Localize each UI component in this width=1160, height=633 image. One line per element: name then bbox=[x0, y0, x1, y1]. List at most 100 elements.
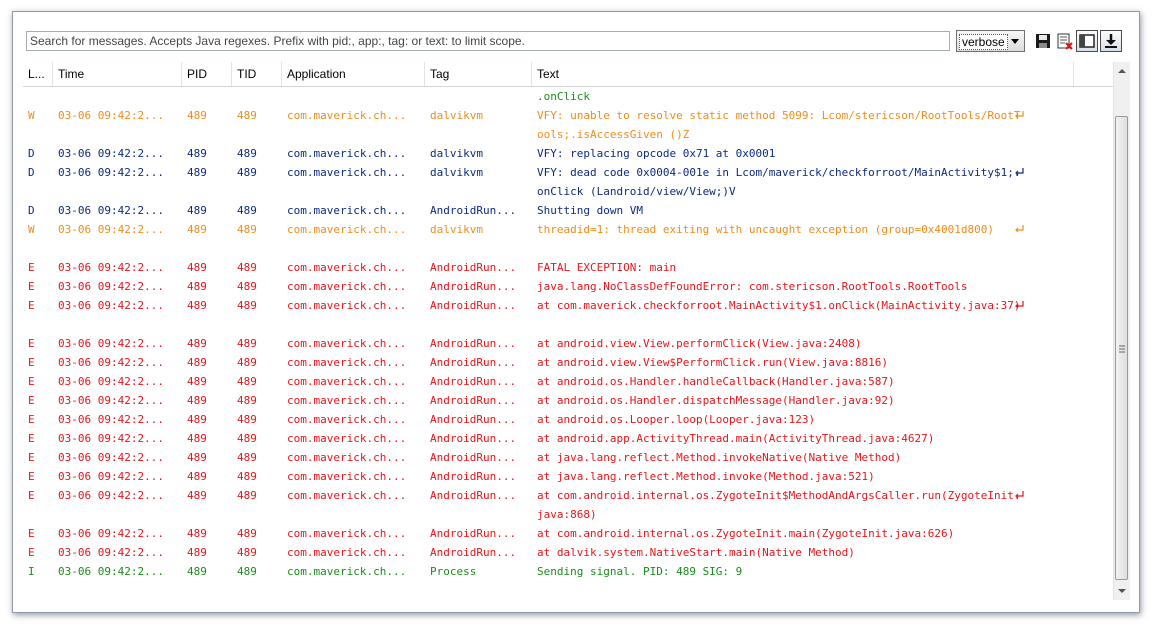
row-text: at android.view.View.performClick(View.j… bbox=[537, 337, 862, 350]
scroll-lock-button[interactable] bbox=[1100, 30, 1122, 52]
column-header-application[interactable]: Application bbox=[282, 62, 425, 86]
row-text: at com.maverick.checkforroot.MainActivit… bbox=[537, 299, 1021, 312]
chevron-down-icon bbox=[1011, 39, 1019, 44]
column-header-tag[interactable]: Tag bbox=[425, 62, 532, 86]
table-row[interactable]: W 03-06 09:42:2... 489 489 com.maverick.ch..… bbox=[23, 220, 1113, 258]
log-table: L... Time PID TID Application Tag Text .… bbox=[23, 62, 1113, 600]
table-row[interactable]: E 03-06 09:42:2... 489 489 com.maverick.ch..… bbox=[23, 296, 1113, 334]
line-wrap-icon bbox=[1015, 225, 1024, 233]
row-time: 03-06 09:42:2... bbox=[58, 565, 164, 578]
toggle-panel-button[interactable] bbox=[1076, 30, 1098, 52]
row-tag: Process bbox=[430, 565, 477, 578]
row-tid: 489 bbox=[237, 147, 257, 160]
row-pid: 489 bbox=[187, 432, 207, 445]
table-row[interactable]: E 03-06 09:42:2... 489 489 com.maverick.ch..… bbox=[23, 410, 1113, 429]
row-application: com.maverick.ch... bbox=[287, 261, 407, 274]
row-text: at java.lang.reflect.Method.invokeNative… bbox=[537, 451, 902, 464]
row-application: com.maverick.ch... bbox=[287, 489, 407, 502]
row-pid: 489 bbox=[187, 527, 207, 540]
table-row[interactable]: E 03-06 09:42:2... 489 489 com.maverick.ch..… bbox=[23, 543, 1113, 562]
table-row[interactable]: E 03-06 09:42:2... 489 489 com.maverick.ch..… bbox=[23, 391, 1113, 410]
row-time: 03-06 09:42:2... bbox=[58, 527, 164, 540]
log-level-select[interactable]: verbose bbox=[956, 30, 1025, 52]
search-input[interactable] bbox=[26, 31, 950, 51]
row-application: com.maverick.ch... bbox=[287, 223, 407, 236]
column-header-pid[interactable]: PID bbox=[182, 62, 232, 86]
vertical-scrollbar[interactable] bbox=[1113, 62, 1130, 600]
row-level: E bbox=[28, 299, 35, 312]
row-text: at com.android.internal.os.ZygoteInit$Me… bbox=[537, 489, 1021, 521]
toolbar: verbose bbox=[13, 12, 1139, 52]
column-header-tid[interactable]: TID bbox=[232, 62, 282, 86]
row-application: com.maverick.ch... bbox=[287, 147, 407, 160]
toggle-panel-icon bbox=[1079, 34, 1095, 48]
row-application: com.maverick.ch... bbox=[287, 565, 407, 578]
row-text: at android.os.Handler.handleCallback(Han… bbox=[537, 375, 895, 388]
table-row[interactable]: E 03-06 09:42:2... 489 489 com.maverick.ch..… bbox=[23, 277, 1113, 296]
column-header-text[interactable]: Text bbox=[532, 62, 1074, 86]
table-row[interactable]: .onClick bbox=[23, 87, 1113, 106]
row-tid: 489 bbox=[237, 394, 257, 407]
column-header-level[interactable]: L... bbox=[23, 62, 53, 86]
row-time: 03-06 09:42:2... bbox=[58, 489, 164, 502]
clear-log-icon[interactable] bbox=[1056, 32, 1074, 50]
table-row[interactable]: I 03-06 09:42:2... 489 489 com.maverick.ch..… bbox=[23, 562, 1113, 581]
table-row[interactable]: D 03-06 09:42:2... 489 489 com.maverick.ch..… bbox=[23, 163, 1113, 201]
row-time: 03-06 09:42:2... bbox=[58, 413, 164, 426]
row-level: E bbox=[28, 527, 35, 540]
line-wrap-icon bbox=[1015, 301, 1024, 309]
scroll-lock-icon bbox=[1105, 34, 1117, 48]
row-tid: 489 bbox=[237, 546, 257, 559]
table-row[interactable]: D 03-06 09:42:2... 489 489 com.maverick.ch..… bbox=[23, 144, 1113, 163]
line-wrap-icon bbox=[1015, 111, 1024, 119]
row-time: 03-06 09:42:2... bbox=[58, 109, 164, 122]
row-application: com.maverick.ch... bbox=[287, 337, 407, 350]
row-application: com.maverick.ch... bbox=[287, 470, 407, 483]
table-row[interactable]: W 03-06 09:42:2... 489 489 com.maverick.ch..… bbox=[23, 106, 1113, 144]
line-wrap-icon bbox=[1015, 491, 1024, 499]
table-row[interactable]: E 03-06 09:42:2... 489 489 com.maverick.ch..… bbox=[23, 353, 1113, 372]
table-row[interactable]: E 03-06 09:42:2... 489 489 com.maverick.ch..… bbox=[23, 524, 1113, 543]
table-row[interactable]: E 03-06 09:42:2... 489 489 com.maverick.ch..… bbox=[23, 258, 1113, 277]
row-time: 03-06 09:42:2... bbox=[58, 337, 164, 350]
scrollbar-thumb[interactable] bbox=[1115, 116, 1128, 580]
grip-icon bbox=[1119, 345, 1125, 353]
row-time: 03-06 09:42:2... bbox=[58, 451, 164, 464]
row-level: D bbox=[28, 166, 35, 179]
row-pid: 489 bbox=[187, 261, 207, 274]
row-pid: 489 bbox=[187, 394, 207, 407]
table-row[interactable]: E 03-06 09:42:2... 489 489 com.maverick.ch..… bbox=[23, 429, 1113, 448]
row-application: com.maverick.ch... bbox=[287, 356, 407, 369]
row-application: com.maverick.ch... bbox=[287, 546, 407, 559]
row-level: E bbox=[28, 489, 35, 502]
row-time: 03-06 09:42:2... bbox=[58, 394, 164, 407]
table-row[interactable]: E 03-06 09:42:2... 489 489 com.maverick.ch..… bbox=[23, 448, 1113, 467]
row-time: 03-06 09:42:2... bbox=[58, 204, 164, 217]
column-header-time[interactable]: Time bbox=[53, 62, 182, 86]
table-row[interactable]: E 03-06 09:42:2... 489 489 com.maverick.ch..… bbox=[23, 372, 1113, 391]
row-application: com.maverick.ch... bbox=[287, 299, 407, 312]
row-text: at android.os.Looper.loop(Looper.java:12… bbox=[537, 413, 816, 426]
row-pid: 489 bbox=[187, 546, 207, 559]
row-pid: 489 bbox=[187, 147, 207, 160]
table-row[interactable]: E 03-06 09:42:2... 489 489 com.maverick.ch..… bbox=[23, 334, 1113, 353]
row-level: E bbox=[28, 394, 35, 407]
scroll-up-icon[interactable] bbox=[1117, 66, 1127, 76]
row-pid: 489 bbox=[187, 166, 207, 179]
save-icon[interactable] bbox=[1034, 32, 1052, 50]
row-time: 03-06 09:42:2... bbox=[58, 546, 164, 559]
row-text: at com.android.internal.os.ZygoteInit.ma… bbox=[537, 527, 955, 540]
row-text: FATAL EXCEPTION: main bbox=[537, 261, 677, 274]
row-pid: 489 bbox=[187, 280, 207, 293]
table-row[interactable]: E 03-06 09:42:2... 489 489 com.maverick.ch..… bbox=[23, 467, 1113, 486]
row-tid: 489 bbox=[237, 337, 257, 350]
row-tid: 489 bbox=[237, 470, 257, 483]
scroll-down-icon[interactable] bbox=[1117, 586, 1127, 596]
row-level: I bbox=[28, 565, 35, 578]
table-row[interactable]: D 03-06 09:42:2... 489 489 com.maverick.ch..… bbox=[23, 201, 1113, 220]
row-tag: AndroidRun... bbox=[430, 413, 517, 426]
row-application: com.maverick.ch... bbox=[287, 109, 407, 122]
row-tag: AndroidRun... bbox=[430, 432, 517, 445]
row-level: E bbox=[28, 451, 35, 464]
table-row[interactable]: E 03-06 09:42:2... 489 489 com.maverick.ch..… bbox=[23, 486, 1113, 524]
